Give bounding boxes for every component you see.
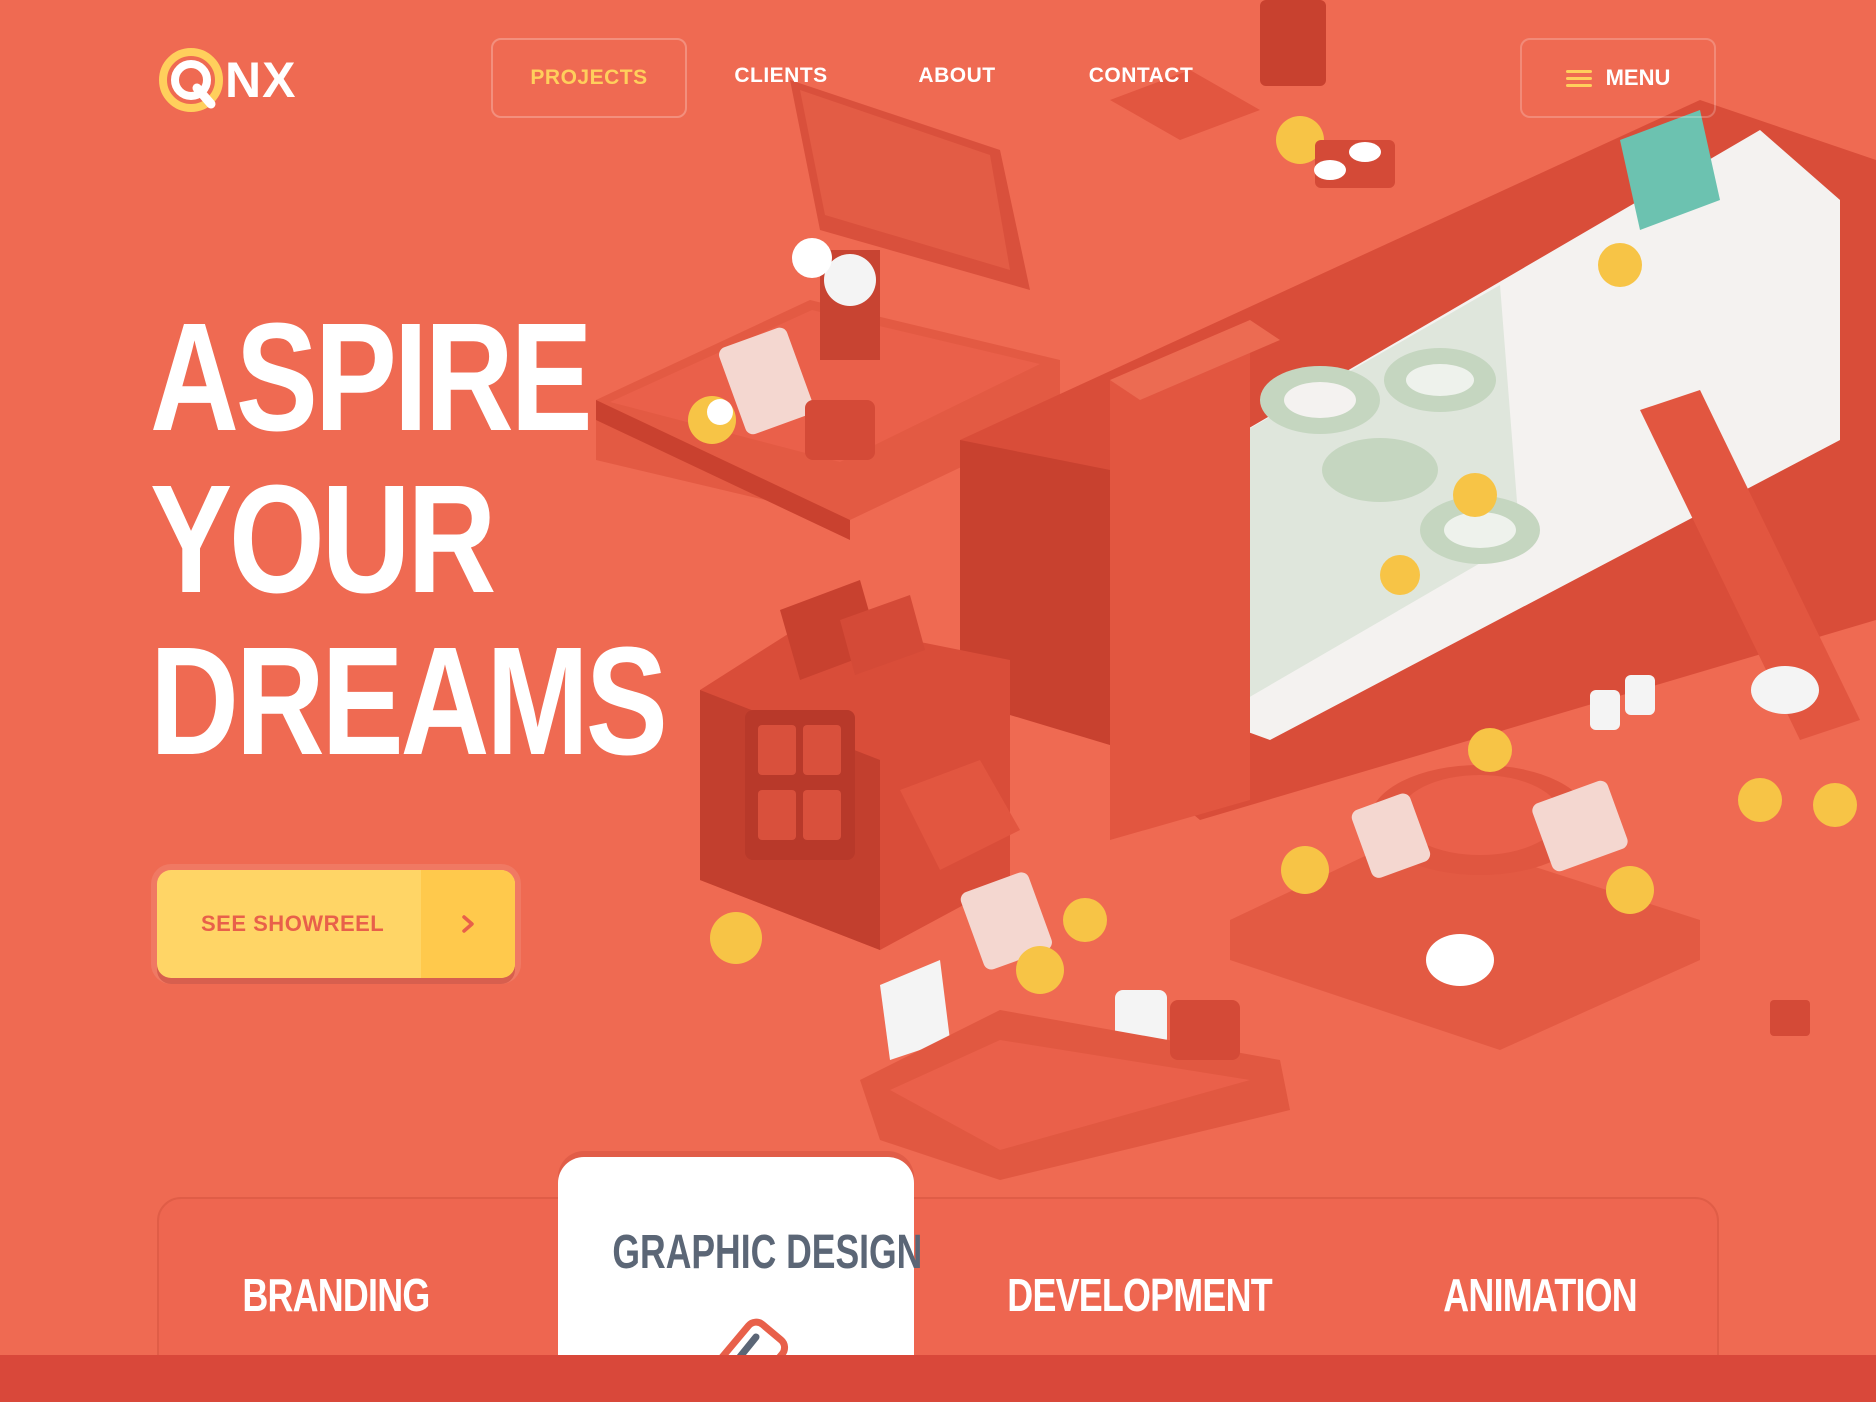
see-showreel-button[interactable]: SEE SHOWREEL bbox=[157, 870, 515, 978]
hero-title-line-1: ASPIRE bbox=[150, 291, 593, 463]
service-graphic-design-label: GRAPHIC DESIGN bbox=[612, 1226, 923, 1279]
service-animation-label: ANIMATION bbox=[1443, 1269, 1637, 1321]
landing-page: NX PROJECTS CLIENTS ABOUT CONTACT MENU A… bbox=[0, 0, 1876, 1402]
showreel-label: SEE SHOWREEL bbox=[201, 911, 385, 936]
qnx-logo-icon bbox=[159, 48, 223, 112]
hero-title-line-2: YOUR bbox=[150, 453, 496, 625]
menu-button[interactable]: MENU bbox=[1520, 38, 1716, 118]
service-development-label: DEVELOPMENT bbox=[1007, 1269, 1272, 1321]
nav-clients[interactable]: CLIENTS bbox=[710, 38, 852, 114]
connector-block bbox=[700, 580, 1020, 950]
showreel-arrow bbox=[421, 870, 515, 978]
service-branding-label: BRANDING bbox=[242, 1269, 430, 1321]
dish-platform bbox=[596, 80, 1060, 540]
service-branding[interactable]: BRANDING bbox=[176, 1268, 496, 1322]
chevron-right-icon bbox=[462, 915, 474, 933]
capsule-module bbox=[960, 100, 1876, 840]
hero-title: ASPIRE YOUR DREAMS bbox=[150, 291, 668, 787]
nav-about[interactable]: ABOUT bbox=[895, 38, 1019, 114]
menu-label: MENU bbox=[1605, 65, 1671, 90]
lower-platforms bbox=[710, 0, 1857, 1180]
logo[interactable]: NX bbox=[157, 40, 317, 120]
hero-title-line-3: DREAMS bbox=[150, 615, 668, 787]
service-development[interactable]: DEVELOPMENT bbox=[970, 1268, 1300, 1322]
bottom-band bbox=[0, 1355, 1876, 1402]
hamburger-icon bbox=[1565, 69, 1592, 87]
logo-text: NX bbox=[225, 52, 297, 108]
nav-projects[interactable]: PROJECTS bbox=[491, 38, 687, 118]
service-animation[interactable]: ANIMATION bbox=[1380, 1268, 1700, 1322]
nav-contact[interactable]: CONTACT bbox=[1065, 38, 1217, 114]
